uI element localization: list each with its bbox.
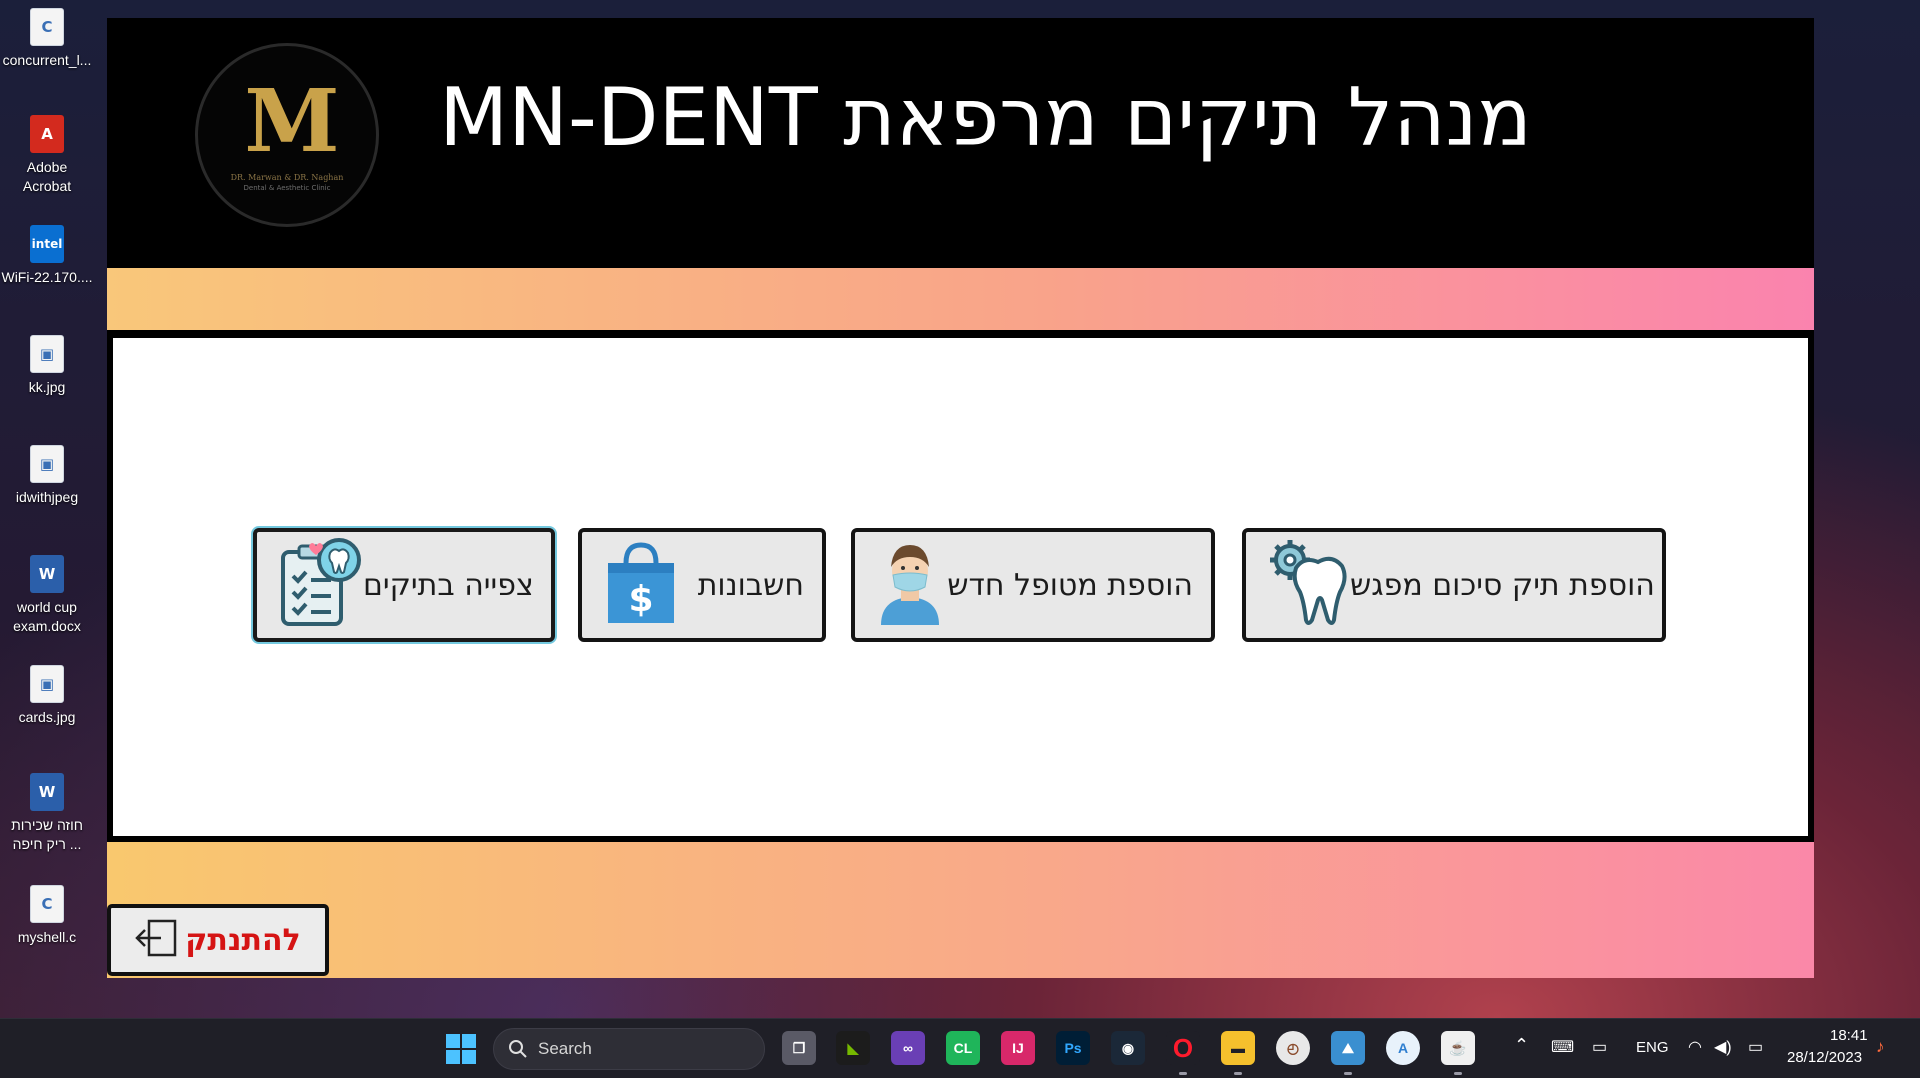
desktop-icon-kk[interactable]: ▣ kk.jpg <box>0 335 94 397</box>
c-source-file-icon: C <box>30 8 64 46</box>
desktop-icon-label: WiFi-22.170.... <box>1 269 93 285</box>
desktop-icon-concurrent[interactable]: C concurrent_l... <box>0 8 94 70</box>
java-running-indicator <box>1454 1072 1462 1075</box>
accounts-label: חשבונות <box>697 567 804 603</box>
language-indicator[interactable]: ENG <box>1636 1039 1669 1056</box>
notification-bell-icon[interactable]: ♪ <box>1876 1037 1885 1057</box>
shopping-bag-dollar-icon: $ <box>604 541 678 629</box>
photos-icon[interactable]: ⛰ <box>1331 1031 1365 1065</box>
add-summary-label: הוספת תיק סיכום מפגש <box>1350 567 1655 603</box>
header-gradient-band <box>107 268 1814 330</box>
search-icon <box>509 1040 527 1058</box>
footer-gradient-band <box>107 842 1814 978</box>
c-source-file-icon: C <box>30 885 64 923</box>
app-store-icon[interactable]: A <box>1386 1031 1420 1065</box>
desktop-icon-label: kk.jpg <box>28 379 66 395</box>
desktop-icon-label: cards.jpg <box>18 709 76 725</box>
desktop-icon-label: Adobe Acrobat <box>22 159 72 194</box>
image-file-icon: ▣ <box>30 665 64 703</box>
desktop-icon-acrobat[interactable]: A Adobe Acrobat <box>0 115 94 196</box>
photos-running-indicator <box>1344 1072 1352 1075</box>
clock-date[interactable]: 28/12/2023 <box>1787 1049 1862 1066</box>
logout-label: להתנתק <box>185 922 301 958</box>
view-files-label: צפייה בתיקים <box>363 567 534 603</box>
desktop-icon-myshell[interactable]: C myshell.c <box>0 885 94 947</box>
image-file-icon: ▣ <box>30 445 64 483</box>
add-patient-button[interactable]: הוספת מטופל חדש <box>851 528 1215 642</box>
chevron-up-icon[interactable]: ⌃ <box>1514 1035 1529 1056</box>
add-patient-label: הוספת מטופל חדש <box>947 567 1193 603</box>
accounts-button[interactable]: $ חשבונות <box>578 528 826 642</box>
desktop-icon-label: world cup exam.docx <box>13 599 81 634</box>
logo-caption: Dental & Aesthetic Clinic <box>243 183 331 192</box>
desktop-icon-label: myshell.c <box>17 929 77 945</box>
photoshop-icon[interactable]: Ps <box>1056 1031 1090 1065</box>
task-view-icon[interactable]: ❐ <box>782 1031 816 1065</box>
visual-studio-icon[interactable]: ∞ <box>891 1031 925 1065</box>
intellij-icon[interactable]: IJ <box>1001 1031 1035 1065</box>
clock-app-icon[interactable]: ◴ <box>1276 1031 1310 1065</box>
app-title: מנהל תיקים מרפאת MN-DENT <box>439 71 1532 164</box>
word-document-icon: W <box>30 555 64 593</box>
speaker-icon[interactable]: ◀) <box>1714 1037 1732 1057</box>
desktop-icon-label: חוזה שכירות ריק חיפה ... <box>11 817 83 852</box>
keyboard-icon[interactable]: ⌨ <box>1551 1037 1574 1057</box>
svg-text:$: $ <box>628 579 653 620</box>
desktop-icon-idwith[interactable]: ▣ idwithjpeg <box>0 445 94 507</box>
desktop-icon-label: idwithjpeg <box>15 489 79 505</box>
taskbar-search-box[interactable]: Search <box>493 1028 765 1070</box>
taskbar: Search ❐ ◣ ∞ CL IJ Ps ◉ O ▬ ◴ ⛰ A ☕ ⌃ ⌨ … <box>0 1018 1920 1078</box>
opera-running-indicator <box>1179 1072 1187 1075</box>
desktop-icon-contract[interactable]: W חוזה שכירות ריק חיפה ... <box>0 773 94 854</box>
steam-icon[interactable]: ◉ <box>1111 1031 1145 1065</box>
desktop-icon-cards[interactable]: ▣ cards.jpg <box>0 665 94 727</box>
logout-door-icon <box>135 918 179 962</box>
logout-button[interactable]: להתנתק <box>107 904 329 976</box>
wifi-icon[interactable]: ◠ <box>1688 1037 1702 1057</box>
logo-subtitle: DR. Marwan & DR. Naghan <box>230 172 344 182</box>
view-files-button[interactable]: צפייה בתיקים <box>253 528 555 642</box>
intel-wifi-icon: intel <box>30 225 64 263</box>
clinic-logo: M DR. Marwan & DR. Naghan Dental & Aesth… <box>195 43 379 227</box>
masked-patient-icon <box>877 541 943 629</box>
windows-logo-icon <box>446 1034 476 1064</box>
start-button[interactable] <box>446 1034 476 1064</box>
clock-time[interactable]: 18:41 <box>1830 1027 1868 1044</box>
file-explorer-icon[interactable]: ▬ <box>1221 1031 1255 1065</box>
tablet-mode-icon[interactable]: ▭ <box>1592 1037 1607 1057</box>
opera-icon[interactable]: O <box>1166 1031 1200 1065</box>
battery-icon[interactable]: ▭ <box>1748 1037 1763 1057</box>
acrobat-icon: A <box>30 115 64 153</box>
logo-mark: M <box>244 70 339 172</box>
desktop-icon-label: concurrent_l... <box>2 52 92 68</box>
tooth-gear-icon <box>1268 538 1350 632</box>
clipboard-tooth-icon <box>279 538 363 632</box>
desktop-icon-wifi[interactable]: intel WiFi-22.170.... <box>0 225 94 287</box>
word-document-icon: W <box>30 773 64 811</box>
desktop-icon-worldcup[interactable]: W world cup exam.docx <box>0 555 94 636</box>
nvidia-icon[interactable]: ◣ <box>836 1031 870 1065</box>
clion-icon[interactable]: CL <box>946 1031 980 1065</box>
java-icon[interactable]: ☕ <box>1441 1031 1475 1065</box>
explorer-running-indicator <box>1234 1072 1242 1075</box>
image-file-icon: ▣ <box>30 335 64 373</box>
search-placeholder: Search <box>538 1039 592 1058</box>
add-summary-button[interactable]: הוספת תיק סיכום מפגש <box>1242 528 1666 642</box>
app-window: M DR. Marwan & DR. Naghan Dental & Aesth… <box>107 18 1814 978</box>
